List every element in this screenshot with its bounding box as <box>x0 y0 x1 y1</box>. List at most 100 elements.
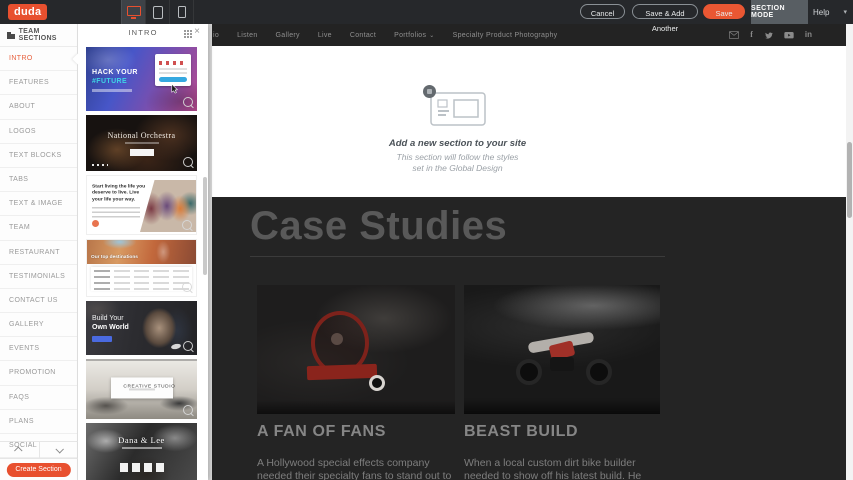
panel-scrollbar-thumb[interactable] <box>203 177 207 275</box>
magnifier-icon[interactable] <box>183 97 193 107</box>
thumbnail-title: Dana & Lee <box>86 435 197 445</box>
panel-title: INTRO <box>78 28 208 37</box>
chevron-down-icon: ▾ <box>843 8 847 16</box>
create-section-button[interactable]: Create Section <box>6 463 70 477</box>
site-header: io Listen Gallery Live Contact Portfolio… <box>212 24 846 46</box>
thumbnail-heading-accent: #FUTURE <box>92 78 127 85</box>
placeholder-subtitle-line2: set in the Global Design <box>412 163 502 173</box>
tablet-view-button[interactable] <box>145 0 169 24</box>
placeholder-title: Add a new section to your site <box>250 138 665 149</box>
email-icon[interactable] <box>729 31 739 39</box>
section-thumbnail-build-your-own-world[interactable]: Build Your Own World <box>86 301 197 355</box>
magnifier-icon[interactable] <box>183 341 193 351</box>
case-studies-section[interactable]: Case Studies A FAN OF FANS A Hollywood s… <box>212 197 846 480</box>
help-menu[interactable]: Help ▾ <box>813 0 847 24</box>
sidebar-scroll-controls <box>0 441 78 459</box>
thumbnail-paragraph-bars <box>92 207 140 220</box>
thumbnail-subtitle-bar <box>122 447 162 449</box>
section-thumbnail-creative-studio[interactable]: CREATIVE STUDIO <box>86 359 197 419</box>
cancel-button[interactable]: Cancel <box>580 4 625 19</box>
sidebar-item-faqs[interactable]: FAQS <box>0 386 77 410</box>
nav-link-live[interactable]: Live <box>318 32 332 39</box>
nav-link-gallery[interactable]: Gallery <box>276 32 300 39</box>
placeholder-content: Add a new section to your site This sect… <box>250 46 665 175</box>
form-line <box>159 68 187 70</box>
nav-link-listen[interactable]: Listen <box>237 32 257 39</box>
section-thumbnail-national-orchestra[interactable]: National Orchestra <box>86 115 197 171</box>
sidebar-item-about[interactable]: ABOUT <box>0 95 77 119</box>
case-study-text: A Hollywood special effects company need… <box>257 457 455 480</box>
save-button[interactable]: Save <box>703 4 745 19</box>
magnifier-icon[interactable] <box>183 157 193 167</box>
chevron-down-icon: ⌄ <box>429 33 434 39</box>
section-thumbnail-start-living[interactable]: Start living the life you deserve to liv… <box>86 175 197 235</box>
thumbnail-heading: HACK YOUR <box>92 69 138 76</box>
sidebar-item-gallery[interactable]: GALLERY <box>0 313 77 337</box>
sidebar-header: TEAM SECTIONS <box>0 24 77 47</box>
case-study-text: When a local custom dirt bike builder ne… <box>464 457 660 480</box>
twitter-icon[interactable] <box>764 31 773 40</box>
sidebar-item-events[interactable]: EVENTS <box>0 337 77 361</box>
close-icon[interactable]: × <box>194 26 200 37</box>
sidebar-item-team[interactable]: TEAM <box>0 216 77 240</box>
table-column <box>114 270 130 291</box>
thumbnail-caption: Our top destinations <box>91 254 138 259</box>
case-studies-columns: A FAN OF FANS A Hollywood special effect… <box>250 257 665 480</box>
nav-link-portfolios[interactable]: Portfolios⌄ <box>394 32 435 39</box>
sidebar-item-contact-us[interactable]: CONTACT US <box>0 289 77 313</box>
sidebar-item-promotion[interactable]: PROMOTION <box>0 361 77 385</box>
sidebar-item-features[interactable]: FEATURES <box>0 71 77 95</box>
nav-link-clipped[interactable]: io <box>213 32 219 39</box>
scroll-up-button[interactable] <box>0 442 40 458</box>
sidebar-item-plans[interactable]: PLANS <box>0 410 77 434</box>
magnifier-icon[interactable] <box>182 220 192 230</box>
page-scrollbar-thumb[interactable] <box>847 142 852 218</box>
thumbnail-card: CREATIVE STUDIO <box>111 377 173 398</box>
magnifier-icon[interactable] <box>182 282 192 292</box>
top-bar: duda Cancel Save & Add Another Save SECT… <box>0 0 853 24</box>
thumbnail-title: CREATIVE STUDIO <box>123 383 160 388</box>
magnifier-icon[interactable] <box>183 405 193 415</box>
sidebar-item-text-image[interactable]: TEXT & IMAGE <box>0 192 77 216</box>
add-section-placeholder[interactable]: Add a new section to your site This sect… <box>212 46 846 197</box>
section-thumbnail-destinations[interactable]: Our top destinations <box>86 239 197 297</box>
case-study-title: A FAN OF FANS <box>257 423 455 441</box>
thumbnail-table <box>91 267 192 291</box>
panel-header: INTRO × <box>78 24 208 40</box>
desktop-view-button[interactable] <box>121 0 145 24</box>
thumbnail-heading: Start living the life you deserve to liv… <box>92 183 149 202</box>
sidebar-item-testimonials[interactable]: TESTIMONIALS <box>0 265 77 289</box>
social-icons: f in <box>729 24 812 46</box>
add-badge-icon <box>423 85 436 98</box>
mobile-view-button[interactable] <box>169 0 194 24</box>
nav-link-specialty[interactable]: Specialty Product Photography <box>453 32 558 39</box>
table-column <box>153 270 169 291</box>
table-column <box>134 270 150 291</box>
device-switcher <box>121 0 194 24</box>
sidebar-item-restaurant[interactable]: RESTAURANT <box>0 241 77 265</box>
help-label: Help <box>813 8 829 17</box>
youtube-icon[interactable] <box>784 32 794 39</box>
sidebar-item-intro[interactable]: INTRO <box>0 47 77 71</box>
decorative-swish <box>171 343 182 350</box>
thumbnail-heading: Own World <box>92 324 129 331</box>
section-thumbnail-hack-your-future[interactable]: HACK YOUR #FUTURE <box>86 47 197 111</box>
dirt-bike-image <box>464 285 660 414</box>
save-add-another-button[interactable]: Save & Add Another <box>632 4 698 19</box>
sidebar-item-tabs[interactable]: TABS <box>0 168 77 192</box>
site-nav: io Listen Gallery Live Contact Portfolio… <box>213 24 557 46</box>
sidebar-item-logos[interactable]: LOGOS <box>0 120 77 144</box>
page-scrollbar[interactable] <box>846 24 853 480</box>
duda-editor: duda Cancel Save & Add Another Save SECT… <box>0 0 853 480</box>
sidebar-item-text-blocks[interactable]: TEXT BLOCKS <box>0 144 77 168</box>
case-study-fan: A FAN OF FANS A Hollywood special effect… <box>257 285 455 480</box>
linkedin-icon[interactable]: in <box>805 31 812 39</box>
bike-wheel-shape <box>516 359 542 385</box>
table-column <box>94 270 110 291</box>
section-thumbnail-dana-and-lee[interactable]: Dana & Lee <box>86 423 197 480</box>
scroll-down-button[interactable] <box>40 442 79 458</box>
nav-link-contact[interactable]: Contact <box>350 32 376 39</box>
facebook-icon[interactable]: f <box>750 31 753 39</box>
grid-view-icon[interactable] <box>184 30 186 32</box>
accent-dot <box>92 220 99 227</box>
